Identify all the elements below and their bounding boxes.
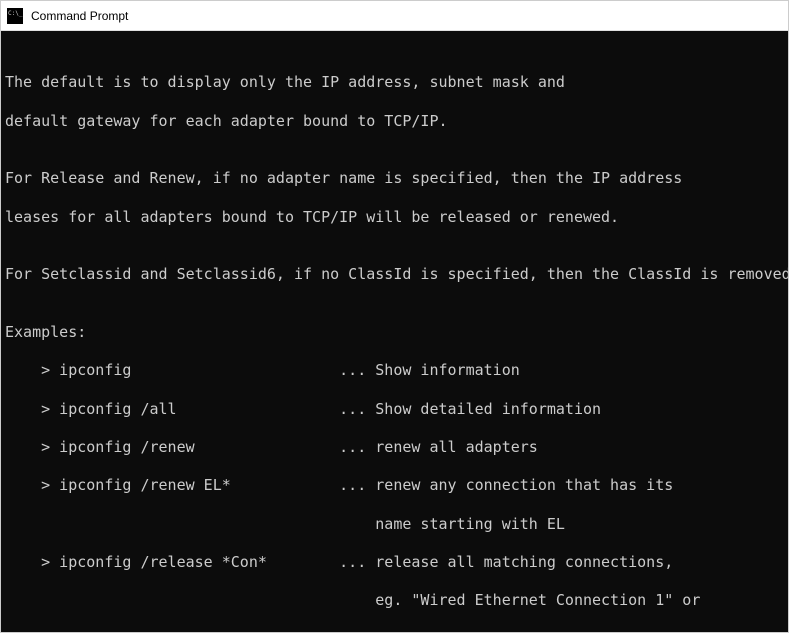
terminal-line: name starting with EL (5, 515, 784, 534)
titlebar[interactable]: Command Prompt (1, 1, 788, 31)
terminal-line: The default is to display only the IP ad… (5, 73, 784, 92)
terminal-line: eg. "Wired Ethernet Connection 1" or (5, 591, 784, 610)
terminal-line: > ipconfig /release *Con* ... release al… (5, 553, 784, 572)
command-prompt-window: Command Prompt The default is to display… (0, 0, 789, 633)
terminal-output[interactable]: The default is to display only the IP ad… (1, 31, 788, 632)
terminal-line: For Setclassid and Setclassid6, if no Cl… (5, 265, 784, 284)
terminal-line: Examples: (5, 323, 784, 342)
terminal-line: default gateway for each adapter bound t… (5, 112, 784, 131)
terminal-line: > ipconfig ... Show information (5, 361, 784, 380)
terminal-line: > ipconfig /renew ... renew all adapters (5, 438, 784, 457)
terminal-line: > ipconfig /all ... Show detailed inform… (5, 400, 784, 419)
terminal-line: For Release and Renew, if no adapter nam… (5, 169, 784, 188)
terminal-line: "Wired Ethernet Connection 2" (5, 630, 784, 632)
window-title: Command Prompt (31, 9, 128, 23)
terminal-line: leases for all adapters bound to TCP/IP … (5, 208, 784, 227)
terminal-line: > ipconfig /renew EL* ... renew any conn… (5, 476, 784, 495)
cmd-icon (7, 8, 23, 24)
